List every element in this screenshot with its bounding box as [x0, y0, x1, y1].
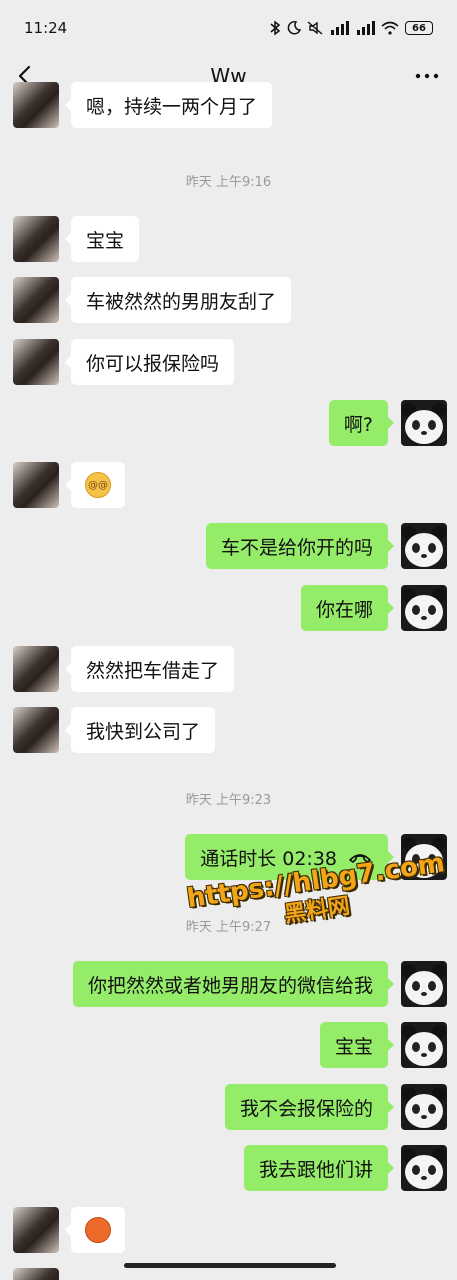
status-time: 11:24	[24, 19, 68, 37]
battery-indicator: 66	[405, 21, 433, 35]
message-bubble[interactable]: 车被然然的男朋友刮了	[64, 277, 292, 323]
message-bubble[interactable]: 然然把车借走了	[64, 646, 235, 692]
contact-avatar[interactable]	[13, 216, 59, 262]
message-bubble[interactable]: 我快到公司了	[64, 707, 216, 753]
message-bubble[interactable]: 宝宝	[319, 1022, 395, 1068]
contact-avatar[interactable]	[13, 339, 59, 385]
contact-avatar[interactable]	[13, 1268, 59, 1280]
message-bubble[interactable]: 车不是给你开的吗	[205, 523, 395, 569]
message-bubble[interactable]	[65, 1207, 125, 1253]
message-bubble[interactable]: 我去跟他们讲	[243, 1145, 395, 1191]
wifi-icon	[381, 21, 399, 35]
panda-avatar-icon	[402, 1087, 446, 1128]
status-bar: 11:24 66	[0, 0, 457, 56]
panda-avatar-icon	[402, 403, 446, 444]
message-bubble[interactable]: @@	[65, 462, 125, 508]
mute-icon	[307, 21, 323, 35]
contact-avatar[interactable]	[13, 1207, 59, 1253]
message-bubble[interactable]: 啊?	[328, 400, 395, 446]
contact-avatar[interactable]	[13, 277, 59, 323]
panda-avatar-icon	[402, 964, 446, 1005]
my-avatar[interactable]	[401, 400, 447, 446]
message-bubble[interactable]: 宝宝	[64, 216, 140, 262]
contact-avatar[interactable]	[13, 82, 59, 128]
status-icons: 66	[269, 20, 433, 36]
panda-avatar-icon	[402, 588, 446, 629]
more-dots-icon[interactable]	[413, 62, 441, 90]
angry-face-emoji	[85, 1217, 111, 1243]
contact-avatar[interactable]	[13, 707, 59, 753]
home-indicator[interactable]	[124, 1263, 336, 1268]
message-bubble[interactable]: 你在哪	[300, 585, 395, 631]
message-timestamp: 昨天 上午9:23	[185, 793, 272, 808]
signal-hd-icon	[331, 21, 349, 35]
moon-icon	[287, 21, 301, 35]
signal-hd-icon	[357, 21, 375, 35]
panda-avatar-icon	[402, 1025, 446, 1066]
my-avatar[interactable]	[401, 961, 447, 1007]
my-avatar[interactable]	[401, 1022, 447, 1068]
bluetooth-icon	[270, 20, 281, 36]
message-bubble[interactable]: 你可以报保险吗	[64, 339, 235, 385]
panda-avatar-icon	[402, 1148, 446, 1189]
message-timestamp: 昨天 上午9:16	[185, 175, 272, 190]
my-avatar[interactable]	[401, 523, 447, 569]
panda-avatar-icon	[402, 526, 446, 567]
message-bubble[interactable]: 我不会报保险的	[224, 1084, 395, 1130]
message-list[interactable]: 嗯，持续一两个月了 昨天 上午9:16 宝宝 车被然然的男朋友刮了 你可以报保险…	[0, 82, 457, 1280]
my-avatar[interactable]	[401, 1084, 447, 1130]
dizzy-face-emoji: @@	[85, 472, 111, 498]
contact-avatar[interactable]	[13, 462, 59, 508]
my-avatar[interactable]	[401, 1145, 447, 1191]
message-bubble[interactable]: 你把然然或者她男朋友的微信给我	[72, 961, 395, 1007]
my-avatar[interactable]	[401, 585, 447, 631]
message-bubble[interactable]: 嗯，持续一两个月了	[64, 82, 273, 128]
contact-avatar[interactable]	[13, 646, 59, 692]
